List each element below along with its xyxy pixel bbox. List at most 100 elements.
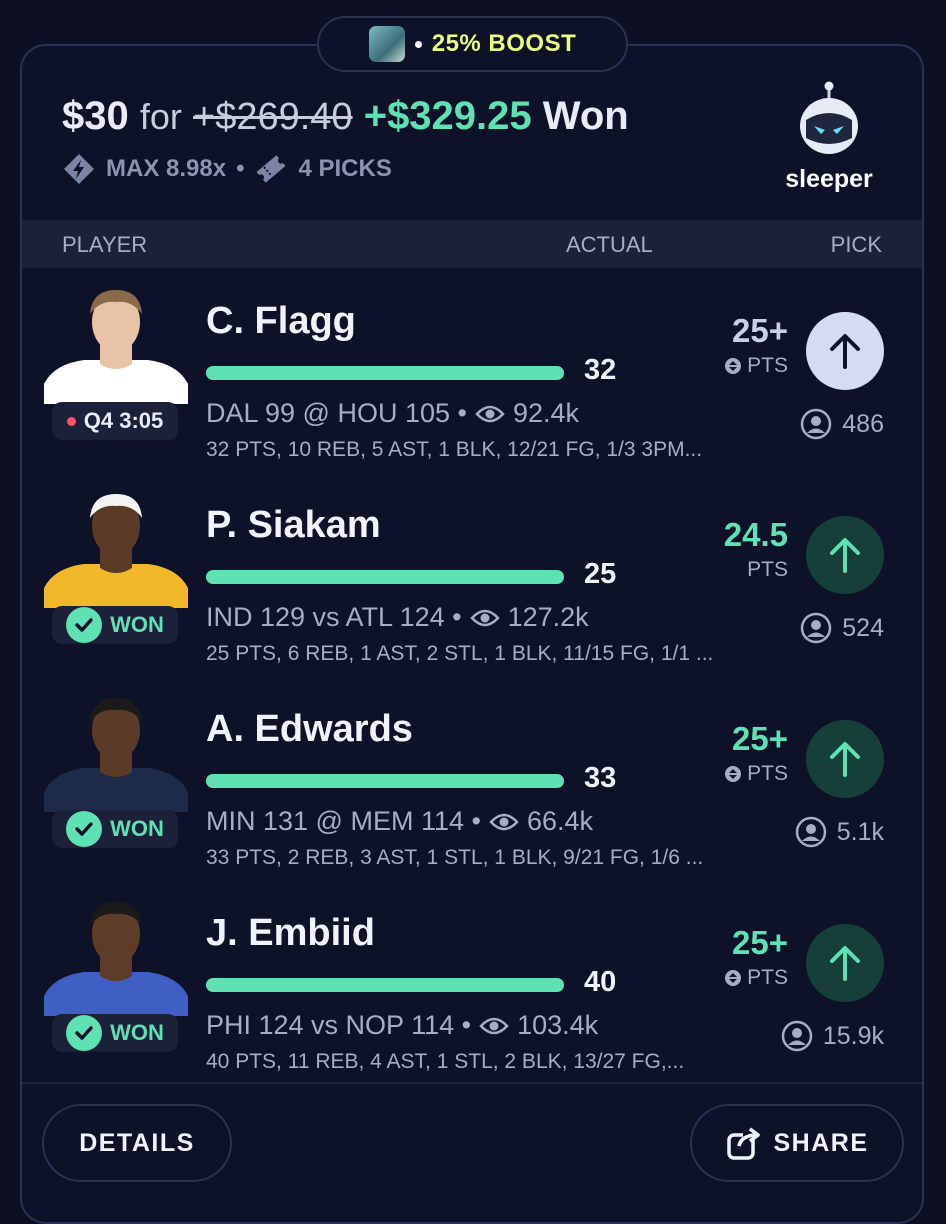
meta-separator: • <box>236 155 245 182</box>
check-icon <box>66 607 103 643</box>
stat-line: 25 PTS, 6 REB, 1 AST, 2 STL, 1 BLK, 11/1… <box>206 642 714 665</box>
share-label: SHARE <box>773 1128 869 1157</box>
player-name: C. Flagg <box>206 300 356 342</box>
pickers-count-wrap: 524 <box>800 612 884 644</box>
status-text: WON <box>110 816 164 841</box>
entry-header: $30 for +$269.40 +$329.25 Won MAX 8.98x … <box>22 46 922 220</box>
over-arrow-button[interactable] <box>806 516 884 594</box>
line-unit-wrap: PTS <box>724 966 788 990</box>
footer-divider <box>22 1082 922 1084</box>
pick-line: 24.5 PTS <box>724 516 788 582</box>
pick-row[interactable]: Q4 3:05 C. Flagg 32 DAL 99 @ HOU 105 • 9… <box>22 272 922 476</box>
progress-bar <box>206 366 564 380</box>
column-headers: PLAYER ACTUAL PICK <box>22 220 922 268</box>
picks-count: 4 PICKS <box>298 155 392 182</box>
line-value: 24.5 <box>723 516 788 553</box>
game-info: DAL 99 @ HOU 105 • 92.4k <box>206 398 579 429</box>
pickers-count: 15.9k <box>822 1021 884 1050</box>
game-info: IND 129 vs ATL 124 • 127.2k <box>206 602 589 633</box>
actual-value: 25 <box>584 558 617 590</box>
stake-amount: $30 <box>62 94 129 138</box>
pick-line: 25+ PTS <box>724 720 788 786</box>
brand-name: sleeper <box>785 165 873 193</box>
game-score: MIN 131 @ MEM 114 • <box>206 806 481 836</box>
check-icon <box>66 811 103 847</box>
diamond-bolt-icon <box>64 154 94 184</box>
arrow-up-icon <box>830 946 860 981</box>
game-score: PHI 124 vs NOP 114 • <box>206 1010 472 1040</box>
share-icon <box>727 1127 761 1160</box>
ticket-icon <box>257 155 286 183</box>
user-avatar <box>368 26 405 62</box>
swap-icon <box>725 358 742 374</box>
pick-row[interactable]: WON P. Siakam 25 IND 129 vs ATL 124 • 12… <box>22 476 922 680</box>
arrow-up-icon <box>830 742 860 777</box>
share-button[interactable]: SHARE <box>690 1104 904 1182</box>
col-actual: ACTUAL <box>566 232 653 257</box>
arrow-up-icon <box>830 538 860 573</box>
pickers-count: 524 <box>842 613 884 642</box>
pick-row[interactable]: WON A. Edwards 33 MIN 131 @ MEM 114 • 66… <box>22 680 922 884</box>
separator-dot <box>414 40 422 48</box>
status-text: Q4 3:05 <box>83 408 164 433</box>
actual-value: 33 <box>584 762 617 794</box>
details-button[interactable]: DETAILS <box>42 1104 232 1182</box>
pickers-count-wrap: 5.1k <box>795 816 884 848</box>
game-score: IND 129 vs ATL 124 • <box>206 602 462 632</box>
progress-bar <box>206 570 564 584</box>
eye-icon <box>475 405 505 422</box>
boost-pill: 25% BOOST <box>317 16 628 72</box>
swap-icon <box>725 970 742 986</box>
sleeper-logo: sleeper <box>774 80 884 194</box>
arrow-up-icon <box>830 334 860 369</box>
pick-line: 25+ PTS <box>724 312 788 378</box>
view-count: 92.4k <box>512 398 580 428</box>
player-name: A. Edwards <box>206 708 413 750</box>
col-player: PLAYER <box>62 232 148 257</box>
line-unit: PTS <box>747 762 788 785</box>
details-label: DETAILS <box>79 1128 195 1157</box>
status-badge: WON <box>52 606 178 644</box>
line-unit-wrap: PTS <box>724 762 788 786</box>
check-icon <box>66 1015 103 1051</box>
col-pick: PICK <box>830 232 882 257</box>
pickers-count-wrap: 15.9k <box>781 1020 884 1052</box>
actual-value: 40 <box>584 966 617 998</box>
status-text: WON <box>110 612 164 637</box>
view-count: 127.2k <box>507 602 589 632</box>
eye-icon <box>469 609 500 626</box>
status-badge: WON <box>52 1014 178 1052</box>
pickers-count: 486 <box>842 409 884 438</box>
over-arrow-button[interactable] <box>806 312 884 390</box>
line-value: 25+ <box>732 720 788 757</box>
over-arrow-button[interactable] <box>806 924 884 1002</box>
eye-icon <box>489 813 519 830</box>
actual-value: 32 <box>584 354 617 386</box>
sleeper-robot-icon <box>800 81 858 154</box>
pickers-count-wrap: 486 <box>800 408 884 440</box>
pickers-count: 5.1k <box>836 817 884 846</box>
stat-line: 40 PTS, 11 REB, 4 AST, 1 STL, 2 BLK, 13/… <box>206 1050 685 1073</box>
game-info: PHI 124 vs NOP 114 • 103.4k <box>206 1010 598 1041</box>
status-badge: Q4 3:05 <box>52 402 178 440</box>
user-circle-icon <box>801 408 832 440</box>
view-count: 66.4k <box>526 806 594 836</box>
line-value: 25+ <box>732 924 788 961</box>
user-circle-icon <box>795 816 826 848</box>
over-arrow-button[interactable] <box>806 720 884 798</box>
user-circle-icon <box>781 1020 813 1052</box>
progress-bar <box>206 774 564 788</box>
game-score: DAL 99 @ HOU 105 • <box>206 398 467 428</box>
player-photo <box>44 698 188 812</box>
user-circle-icon <box>801 612 832 644</box>
line-unit-wrap: PTS <box>724 354 788 378</box>
eye-icon <box>479 1017 509 1034</box>
stat-line: 33 PTS, 2 REB, 3 AST, 1 STL, 1 BLK, 9/21… <box>206 846 704 869</box>
player-photo <box>44 902 188 1016</box>
pick-line: 25+ PTS <box>724 924 788 990</box>
player-name: P. Siakam <box>206 504 381 546</box>
payout-headline: $30 for +$269.40 +$329.25 Won <box>62 94 629 139</box>
live-dot <box>66 416 76 426</box>
player-name: J. Embiid <box>206 912 375 954</box>
pick-row[interactable]: WON J. Embiid 40 PHI 124 vs NOP 114 • 10… <box>22 884 922 1088</box>
